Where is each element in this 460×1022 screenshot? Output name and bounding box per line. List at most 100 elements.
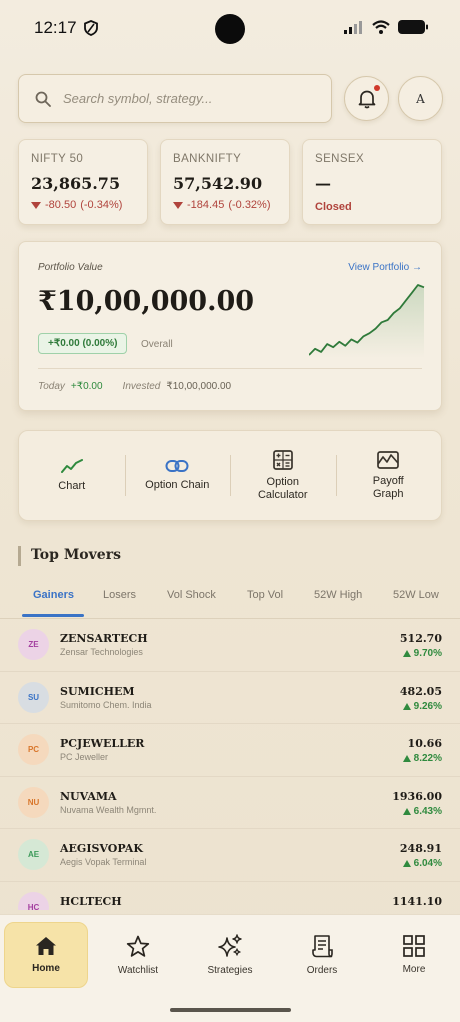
tool-option-chain[interactable]: Option Chain (124, 431, 231, 520)
down-arrow-icon (31, 201, 41, 209)
tab-top-vol[interactable]: Top Vol (247, 589, 283, 601)
list-item[interactable]: HC HCLTECH 1141.10 (0, 882, 460, 910)
grid-icon (403, 935, 425, 957)
tools-card: Chart Option Chain Option Calculator Pay… (18, 430, 442, 521)
bell-icon (358, 90, 375, 108)
avatar-initial: A (416, 91, 425, 106)
section-accent-bar (18, 546, 21, 566)
list-item[interactable]: PC PCJEWELLER PC Jeweller 10.66 8.22% (0, 724, 460, 777)
list-item[interactable]: AE AEGISVOPAK Aegis Vopak Terminal 248.91 6.… (0, 829, 460, 882)
tool-label: Chart (58, 480, 86, 492)
tab-52w-low[interactable]: 52W Low (393, 589, 439, 601)
index-card-nifty[interactable]: NIFTY 50 23,865.75 -80.50 (-0.34%) (18, 139, 148, 225)
stock-price: 482.05 (399, 684, 442, 698)
index-change-pct: (-0.34%) (80, 199, 123, 211)
nav-label: More (402, 964, 426, 975)
change-pct: 6.04% (413, 858, 442, 869)
star-icon (126, 935, 150, 957)
avatar: SU (18, 681, 49, 713)
market-status: Closed (315, 201, 352, 213)
tab-losers[interactable]: Losers (103, 589, 136, 601)
status-indicators (344, 20, 428, 34)
index-name: BANKNIFTY (173, 153, 242, 165)
stock-change: 6.04% (402, 858, 442, 869)
tab-vol-shock[interactable]: Vol Shock (167, 589, 216, 601)
index-card-sensex[interactable]: SENSEX — Closed (302, 139, 442, 225)
status-time: 12:17 (34, 18, 77, 37)
tool-option-calculator[interactable]: Option Calculator (230, 431, 336, 520)
notifications-button[interactable] (344, 76, 389, 121)
stock-price: 10.66 (407, 737, 442, 750)
status-bar: 12:17 (0, 0, 460, 58)
company-name: Nuvama Wealth Mgmnt. (60, 804, 157, 815)
search-input[interactable] (63, 91, 303, 106)
stock-change: 6.43% (402, 806, 442, 817)
stock-symbol: SUMICHEM (60, 684, 135, 698)
view-portfolio-link[interactable]: View Portfolio → (348, 262, 422, 273)
nav-strategies[interactable]: Strategies (188, 922, 272, 988)
nav-label: Watchlist (117, 964, 159, 976)
tab-52w-high[interactable]: 52W High (314, 589, 362, 601)
index-name: NIFTY 50 (31, 153, 84, 165)
stock-symbol: ZENSARTECH (60, 632, 148, 645)
up-arrow-icon (402, 755, 411, 762)
portfolio-footer: Today +₹0.00 Invested ₹10,00,000.00 (38, 381, 231, 392)
section-title: Top Movers (31, 547, 121, 563)
stock-change: 9.26% (402, 700, 442, 712)
payoff-graph-icon (377, 450, 400, 469)
tool-label: Payoff Graph (372, 474, 404, 500)
portfolio-overall-label: Overall (141, 339, 173, 350)
tool-label: Option Chain (145, 479, 210, 491)
index-change-value: -80.50 (45, 199, 77, 211)
company-name: Zensar Technologies (60, 647, 143, 657)
nav-orders[interactable]: Orders (280, 922, 364, 988)
home-icon (36, 937, 56, 955)
sparkline-area (309, 285, 424, 358)
up-arrow-icon (402, 860, 411, 867)
list-item[interactable]: NU NUVAMA Nuvama Wealth Mgmnt. 1936.00 6.43% (0, 777, 460, 829)
invested-label: Invested (122, 381, 161, 392)
portfolio-sparkline (309, 284, 425, 358)
nav-home[interactable]: Home (4, 922, 88, 988)
profile-avatar-button[interactable]: A (398, 76, 443, 121)
tool-chart[interactable]: Chart (19, 431, 125, 520)
stock-price: 248.91 (399, 842, 442, 855)
index-name: SENSEX (315, 153, 365, 165)
calculator-icon (272, 449, 293, 470)
stock-symbol: AEGISVOPAK (60, 842, 143, 855)
index-change-value: -184.45 (187, 199, 225, 211)
portfolio-label: Portfolio Value (38, 262, 103, 273)
sparkles-icon (218, 934, 242, 957)
company-name: Sumitomo Chem. India (60, 699, 152, 710)
avatar: AE (18, 839, 49, 870)
change-pct: 9.26% (413, 700, 442, 712)
tab-gainers[interactable]: Gainers (33, 589, 74, 601)
nav-more[interactable]: More (372, 922, 456, 988)
index-card-banknifty[interactable]: BANKNIFTY 57,542.90 -184.45 (-0.32%) (160, 139, 290, 225)
wifi-icon (372, 20, 390, 34)
search-bar[interactable] (18, 74, 332, 123)
stock-change: 9.70% (402, 648, 442, 659)
active-tab-indicator (22, 614, 84, 617)
index-value: — (315, 174, 331, 193)
nav-watchlist[interactable]: Watchlist (96, 922, 180, 988)
bottom-navigation: Home Watchlist Strategies Orders More (0, 914, 460, 1022)
today-label: Today (38, 381, 65, 392)
battery-icon (398, 20, 428, 34)
stock-price: 1141.10 (392, 894, 442, 908)
tool-payoff-graph[interactable]: Payoff Graph (335, 431, 442, 520)
avatar: NU (18, 786, 49, 818)
home-indicator (170, 1008, 291, 1012)
index-change: -184.45 (-0.32%) (173, 199, 277, 211)
search-icon (35, 91, 51, 107)
divider (38, 368, 422, 369)
portfolio-change-badge: +₹0.00 (0.00%) (38, 333, 128, 354)
link-icon (165, 460, 189, 472)
list-item[interactable]: SU SUMICHEM Sumitomo Chem. India 482.05 9.26… (0, 672, 460, 724)
list-item[interactable]: ZE ZENSARTECH Zensar Technologies 512.70 9.7… (0, 619, 460, 672)
avatar: HC (18, 891, 49, 910)
index-value: 57,542.90 (173, 174, 263, 193)
stock-symbol: HCLTECH (60, 894, 122, 908)
portfolio-value: ₹10,00,000.00 (38, 286, 255, 317)
stock-symbol: NUVAMA (60, 789, 117, 803)
